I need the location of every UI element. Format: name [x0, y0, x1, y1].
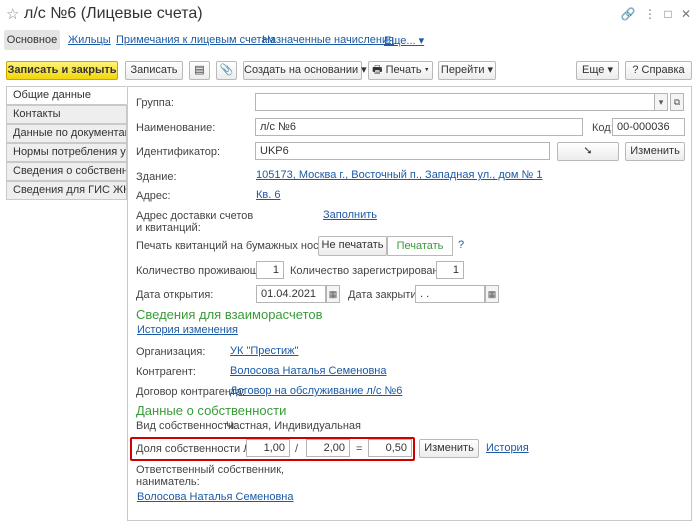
ownership-header: Данные о собственности — [136, 403, 287, 418]
chevron-down-icon: ▾ — [418, 35, 425, 47]
tab-main[interactable]: Основное — [4, 30, 60, 50]
share-change-button[interactable]: Изменить — [419, 439, 479, 458]
code-label: Код: — [592, 122, 614, 134]
share-result-input: 0,50 — [368, 439, 412, 457]
close-icon[interactable]: ✕ — [678, 6, 694, 22]
favorite-star-icon[interactable]: ☆ — [6, 5, 19, 23]
side-item-general[interactable]: Общие данные — [6, 86, 127, 105]
share-slash: / — [295, 443, 299, 455]
link-icon[interactable]: 🔗 — [620, 6, 636, 22]
responsible-label-2: наниматель: — [136, 476, 200, 488]
open-icon[interactable]: ⧉ — [670, 93, 684, 111]
settlements-header: Сведения для взаиморасчетов — [136, 307, 323, 322]
tab-charges[interactable]: Назначенные начисления — [262, 34, 394, 46]
group-label: Группа: — [136, 97, 174, 109]
change-history-link[interactable]: История изменения — [137, 324, 238, 336]
contract-link[interactable]: Договор на обслуживание л/с №6 — [230, 385, 402, 397]
more-button[interactable]: Еще ▾ — [576, 61, 619, 80]
ownership-kind-value: Частная, Индивидуальная — [226, 420, 361, 432]
printer-icon: 🖶 — [372, 64, 383, 76]
responsible-link[interactable]: Волосова Наталья Семеновна — [137, 491, 294, 503]
calendar-icon[interactable]: ▦ — [326, 285, 340, 303]
print-button[interactable]: 🖶 Печать ▾ — [368, 61, 433, 80]
help-label: Справка — [641, 64, 685, 76]
tab-notes[interactable]: Примечания к лицевым счетам — [116, 34, 275, 46]
no-print-toggle[interactable]: Не печатать — [318, 236, 387, 256]
group-input[interactable] — [255, 93, 655, 111]
share-history-link[interactable]: История — [486, 442, 529, 454]
report-icon[interactable]: ▤ — [189, 61, 210, 80]
side-item-owner[interactable]: Сведения о собственнике — [6, 162, 127, 181]
side-item-contacts[interactable]: Контакты — [6, 105, 127, 124]
goto-button[interactable]: Перейти ▾ — [438, 61, 496, 80]
open-date-label: Дата открытия: — [136, 289, 214, 301]
close-date-label: Дата закрытия: — [348, 289, 426, 301]
share-equals: = — [356, 443, 363, 455]
address-link[interactable]: Кв. 6 — [256, 189, 280, 201]
share-numerator-input[interactable]: 1,00 — [246, 439, 290, 457]
more-menu-icon[interactable]: ⋮ — [642, 6, 658, 22]
save-close-button[interactable]: Записать и закрыть — [6, 61, 118, 80]
side-item-gis[interactable]: Сведения для ГИС ЖКХ — [6, 181, 127, 200]
code-input[interactable]: 00-000036 — [612, 118, 685, 136]
contract-label: Договор контрагента: — [136, 386, 246, 398]
more-label: Еще — [582, 64, 605, 76]
help-button[interactable]: ? Справка — [625, 61, 692, 80]
dropdown-icon[interactable]: ▾ — [654, 93, 668, 111]
address-label: Адрес: — [136, 190, 171, 202]
create-based-button[interactable]: Создать на основании ▾ — [243, 61, 367, 80]
identifier-label: Идентификатор: — [136, 146, 221, 158]
share-denominator-input[interactable]: 2,00 — [306, 439, 350, 457]
save-button[interactable]: Записать — [125, 61, 183, 80]
close-date-input[interactable]: . . — [415, 285, 485, 303]
registered-input[interactable]: 1 — [436, 261, 464, 279]
goto-label: Перейти — [440, 64, 485, 76]
calendar-icon[interactable]: ▦ — [485, 285, 499, 303]
tab-more-label: Еще... — [384, 35, 416, 47]
identifier-input[interactable]: UKP6 — [255, 142, 550, 160]
ownership-kind-label: Вид собственности: — [136, 420, 238, 432]
residents-input[interactable]: 1 — [256, 261, 284, 279]
side-item-norms[interactable]: Нормы потребления услуг — [6, 143, 127, 162]
counterparty-label: Контрагент: — [136, 366, 196, 378]
generate-arrow-icon[interactable]: ➘ — [557, 142, 619, 161]
attach-icon[interactable]: 📎 — [216, 61, 237, 80]
maximize-icon[interactable]: □ — [660, 6, 676, 22]
open-date-input[interactable]: 01.04.2021 — [256, 285, 326, 303]
help-icon: ? — [632, 64, 639, 76]
identifier-change-button[interactable]: Изменить — [625, 142, 685, 161]
side-item-documents[interactable]: Данные по документам — [6, 124, 127, 143]
name-label: Наименование: — [136, 122, 216, 134]
building-link[interactable]: 105173, Москва г., Восточный п., Западна… — [256, 169, 542, 181]
delivery-label-2: и квитанций: — [136, 222, 201, 234]
print-toggle[interactable]: Печатать — [387, 236, 453, 256]
tab-residents[interactable]: Жильцы — [68, 34, 111, 46]
counterparty-link[interactable]: Волосова Наталья Семеновна — [230, 365, 387, 377]
org-link[interactable]: УК "Престиж" — [230, 345, 298, 357]
residents-label: Количество проживающих: — [136, 265, 274, 277]
name-input[interactable]: л/с №6 — [255, 118, 583, 136]
print-label: Печать — [385, 64, 422, 76]
help-question-icon[interactable]: ? — [458, 239, 464, 251]
tab-more[interactable]: Еще... ▾ — [384, 34, 424, 47]
fill-link[interactable]: Заполнить — [323, 209, 377, 221]
org-label: Организация: — [136, 346, 206, 358]
building-label: Здание: — [136, 171, 177, 183]
delivery-label-1: Адрес доставки счетов — [136, 210, 254, 222]
create-based-label: Создать на основании — [244, 64, 359, 76]
window-title: л/с №6 (Лицевые счета) — [24, 5, 203, 22]
responsible-label-1: Ответственный собственник, — [136, 464, 285, 476]
